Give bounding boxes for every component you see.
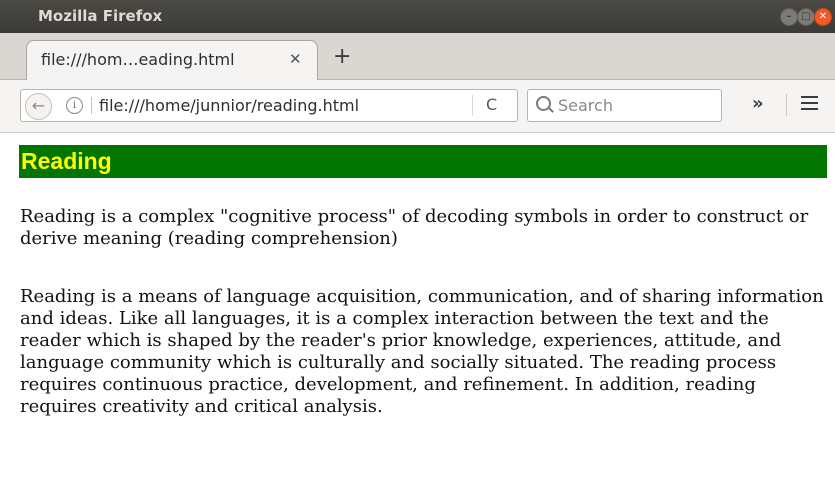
menu-line	[801, 108, 818, 110]
maximize-icon: □	[801, 11, 811, 22]
tab-label: file:///hom…eading.html	[41, 50, 235, 69]
url-text[interactable]: file:///home/junnior/reading.html	[99, 96, 359, 115]
url-divider	[91, 97, 92, 114]
tab-strip: file:///hom…eading.html ✕ +	[0, 33, 835, 80]
hamburger-menu-icon[interactable]	[801, 96, 818, 114]
window-titlebar: Mozilla Firefox – □ ✕	[0, 0, 835, 33]
minimize-icon: –	[786, 11, 792, 22]
menu-line	[801, 102, 818, 104]
tab-close-icon[interactable]: ✕	[289, 50, 302, 68]
close-window-button[interactable]: ✕	[814, 8, 832, 26]
back-arrow-icon[interactable]: ←	[25, 93, 52, 120]
reload-icon[interactable]: C	[486, 95, 497, 114]
tab-reading[interactable]: file:///hom…eading.html ✕	[26, 40, 318, 80]
url-bar[interactable]: ← i file:///home/junnior/reading.html C	[20, 89, 518, 122]
toolbar-divider	[786, 94, 787, 116]
page-content: Reading Reading is a complex "cognitive …	[0, 133, 835, 497]
close-icon: ✕	[818, 11, 828, 22]
window-title: Mozilla Firefox	[38, 7, 163, 25]
search-bar[interactable]	[527, 89, 722, 122]
minimize-button[interactable]: –	[780, 8, 798, 26]
page-heading: Reading	[19, 145, 827, 178]
search-icon	[536, 96, 551, 111]
menu-line	[801, 96, 818, 98]
info-icon[interactable]: i	[66, 97, 83, 114]
navigation-toolbar: ← i file:///home/junnior/reading.html C …	[0, 80, 835, 133]
new-tab-icon[interactable]: +	[333, 46, 351, 68]
reload-divider	[472, 95, 473, 116]
paragraph-2: Reading is a means of language acquisiti…	[20, 286, 824, 417]
maximize-button[interactable]: □	[797, 8, 815, 26]
overflow-icon[interactable]: »	[752, 93, 764, 114]
paragraph-1: Reading is a complex "cognitive process"…	[20, 206, 809, 249]
search-input[interactable]	[558, 94, 713, 116]
